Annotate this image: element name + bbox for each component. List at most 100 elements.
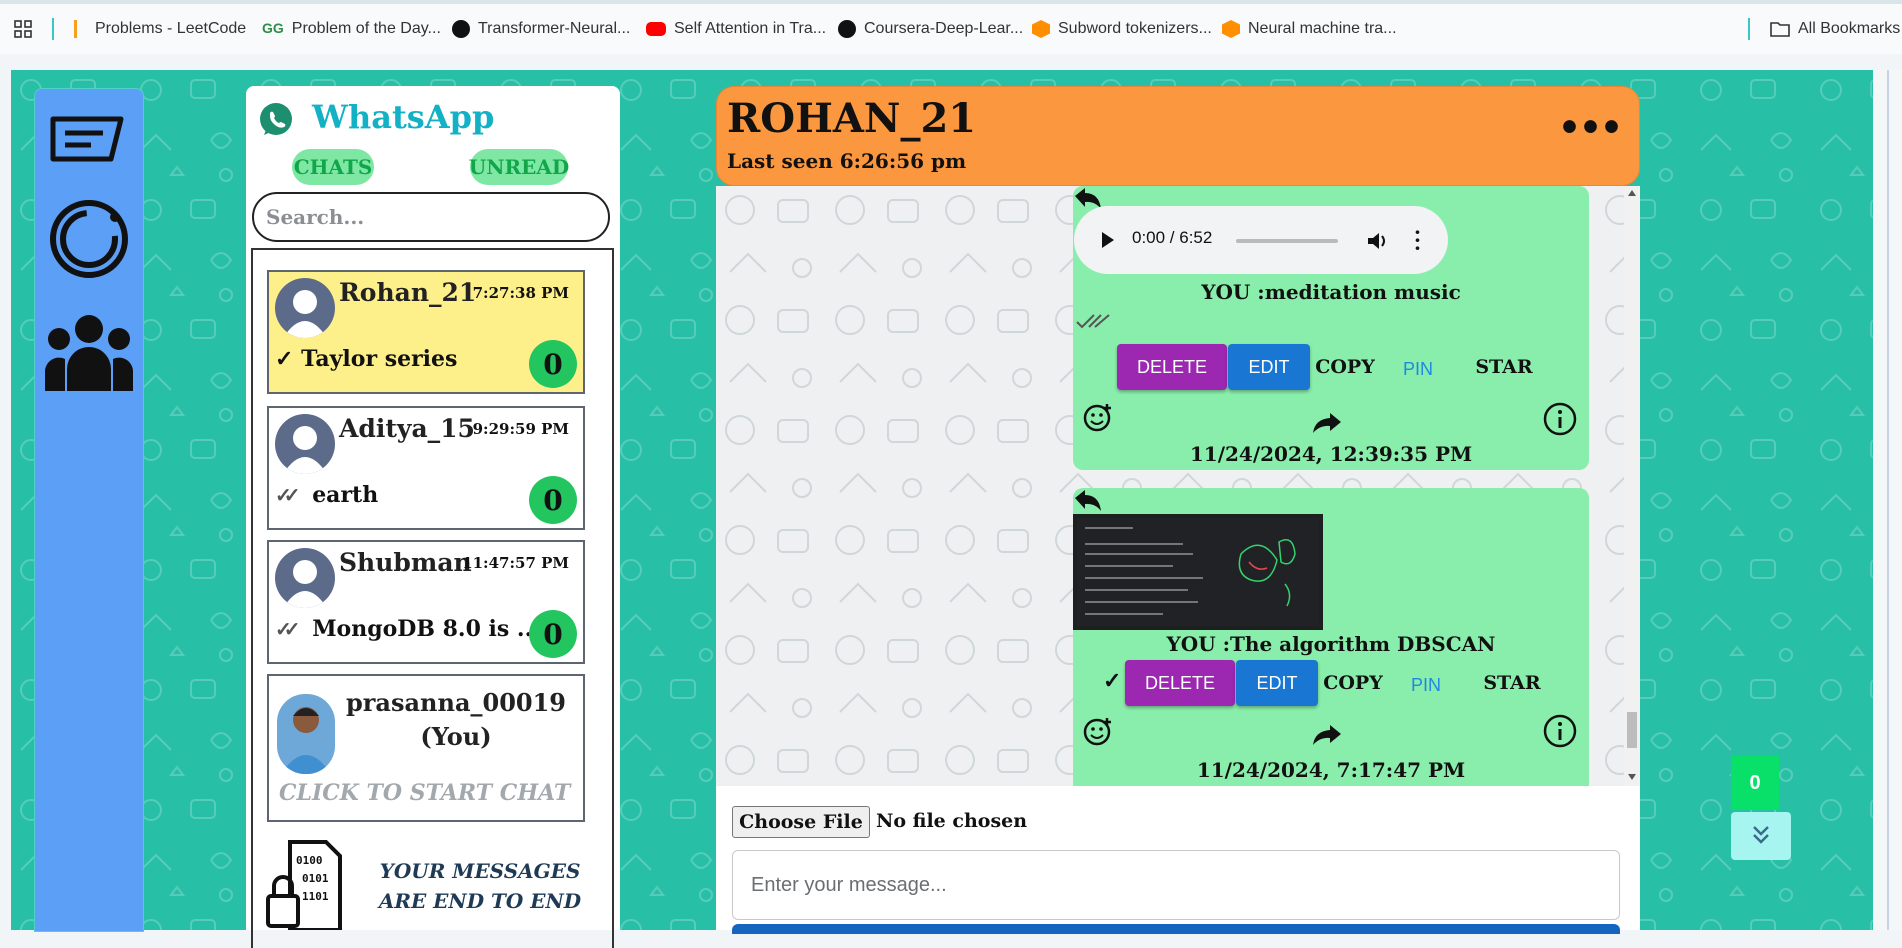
bookmark-self-attention[interactable]: Self Attention in Tra... — [646, 18, 826, 40]
bookmark-subword[interactable]: Subword tokenizers... — [1032, 18, 1212, 40]
forward-icon[interactable] — [1313, 724, 1341, 746]
scrollbar-thumb[interactable] — [1627, 712, 1637, 748]
folder-icon — [1770, 22, 1790, 37]
chat-header: ROHAN_21 Last seen 6:26:56 pm ••• — [716, 86, 1640, 186]
left-navigation — [34, 88, 144, 932]
send-button[interactable] — [732, 924, 1620, 934]
github-icon — [838, 20, 856, 38]
contact-name: Rohan_21 — [339, 278, 477, 307]
play-icon[interactable] — [1102, 232, 1114, 248]
double-check-icon: ✓✓ — [275, 483, 300, 507]
right-edge-bar — [1873, 70, 1902, 930]
more-options-icon[interactable]: ••• — [1558, 107, 1623, 149]
audio-player[interactable]: 0:00 / 6:52 · · · — [1074, 206, 1448, 274]
unread-badge: 0 — [529, 340, 577, 388]
youtube-icon — [646, 22, 666, 36]
chat-message-icon[interactable] — [47, 113, 127, 169]
double-chevron-down-icon — [1753, 826, 1769, 844]
info-icon[interactable] — [1543, 402, 1577, 436]
attached-image-thumbnail[interactable] — [1073, 514, 1323, 630]
edit-button[interactable]: EDIT — [1236, 660, 1318, 706]
volume-icon[interactable] — [1366, 230, 1388, 252]
bookmark-nmt[interactable]: Neural machine tra... — [1222, 18, 1397, 40]
audio-more-icon[interactable]: · · · — [1414, 222, 1421, 258]
search-input[interactable] — [252, 192, 610, 242]
chat-contact-name: ROHAN_21 — [727, 95, 977, 142]
conversation-item-aditya[interactable]: Aditya_15 9:29:59 PM ✓✓ earth 0 — [267, 406, 585, 530]
delete-button[interactable]: DELETE — [1125, 660, 1235, 706]
double-check-icon: ✓✓ — [275, 617, 300, 641]
bookmark-coursera[interactable]: Coursera-Deep-Lear... — [838, 18, 1023, 40]
scroll-to-bottom-button[interactable] — [1731, 812, 1791, 860]
audio-progress-slider[interactable] — [1236, 239, 1338, 243]
github-icon — [452, 20, 470, 38]
message-text: YOU :meditation music — [1201, 280, 1461, 304]
add-reaction-icon[interactable] — [1083, 402, 1113, 432]
encryption-lock-icon: 0100 0101 1101 — [266, 840, 342, 930]
star-button[interactable]: STAR — [1469, 344, 1539, 390]
edit-button[interactable]: EDIT — [1228, 344, 1310, 390]
message-bubble: 0:00 / 6:52 · · · YOU :meditation music DE… — [1073, 186, 1589, 470]
contact-name: Aditya_15 — [339, 414, 475, 443]
scroll-down-icon[interactable] — [1628, 774, 1636, 780]
chat-window: ROHAN_21 Last seen 6:26:56 pm ••• 0:00 /… — [716, 86, 1640, 934]
delete-button[interactable]: DELETE — [1117, 344, 1227, 390]
message-scrollbar[interactable] — [1624, 186, 1640, 786]
conversation-item-rohan[interactable]: Rohan_21 7:27:38 PM ✓ Taylor series 0 — [267, 270, 585, 394]
message-time: 9:29:59 PM — [472, 420, 569, 438]
bookmark-leetcode[interactable]: Problems - LeetCode — [74, 18, 246, 40]
unread-badge: 0 — [529, 610, 577, 658]
bookmarks-bar: Problems - LeetCode GG Problem of the Da… — [0, 0, 1902, 54]
check-icon: ✓ — [1103, 668, 1122, 694]
all-bookmarks-button[interactable]: All Bookmarks — [1770, 18, 1900, 40]
self-conversation-card[interactable]: prasanna_00019 (You) CLICK TO START CHAT — [267, 674, 585, 822]
svg-text:1101: 1101 — [302, 890, 329, 903]
contact-name: Shubman — [339, 548, 472, 577]
star-button[interactable]: STAR — [1477, 660, 1547, 706]
bookmark-separator — [52, 18, 54, 40]
tensorflow-icon — [1222, 20, 1240, 38]
start-chat-cta: CLICK TO START CHAT — [279, 780, 571, 806]
copy-button[interactable]: COPY — [1318, 660, 1388, 706]
whatsapp-logo-icon — [260, 103, 292, 135]
double-check-icon — [1076, 314, 1110, 329]
message-composer: Choose File No file chosen — [716, 786, 1640, 934]
bookmark-gfg[interactable]: GG Problem of the Day... — [262, 18, 441, 40]
svg-text:0100: 0100 — [296, 854, 323, 867]
conversation-item-shubman[interactable]: Shubman 11:47:57 PM ✓✓ MongoDB 8.0 is ..… — [267, 540, 585, 664]
copy-button[interactable]: COPY — [1310, 344, 1380, 390]
audio-time: 0:00 / 6:52 — [1132, 228, 1213, 247]
apps-grid-icon[interactable] — [14, 20, 32, 38]
last-message: ✓ Taylor series — [275, 346, 458, 372]
app-title: WhatsApp — [312, 98, 495, 136]
status-ring-icon[interactable] — [47, 197, 131, 281]
self-name: prasanna_00019 (You) — [346, 688, 566, 751]
message-date: 11/24/2024, 12:39:35 PM — [1189, 442, 1473, 466]
bookmark-transformer[interactable]: Transformer-Neural... — [452, 18, 630, 40]
leetcode-icon — [74, 20, 87, 38]
info-icon[interactable] — [1543, 714, 1577, 748]
message-input[interactable] — [732, 850, 1620, 920]
gfg-icon: GG — [262, 20, 284, 36]
tab-unread[interactable]: UNREAD — [469, 149, 569, 185]
last-message: ✓✓ MongoDB 8.0 is ... — [275, 616, 540, 642]
pin-button[interactable]: PIN — [1388, 346, 1448, 392]
bookmark-separator — [1748, 18, 1750, 40]
add-reaction-icon[interactable] — [1083, 716, 1113, 746]
tensorflow-icon — [1032, 20, 1050, 38]
svg-text:0101: 0101 — [302, 872, 329, 885]
tab-chats[interactable]: CHATS — [292, 149, 374, 185]
check-icon: ✓ — [275, 346, 294, 372]
choose-file-button[interactable]: Choose File — [732, 806, 870, 838]
message-bubble: YOU :The algorithm DBSCAN ✓ DELETE EDIT … — [1073, 488, 1589, 786]
message-text: YOU :The algorithm DBSCAN — [1166, 632, 1496, 656]
communities-icon[interactable] — [43, 313, 135, 393]
pin-button[interactable]: PIN — [1396, 662, 1456, 708]
avatar — [275, 414, 335, 474]
unread-badge: 0 — [529, 476, 577, 524]
scroll-up-icon[interactable] — [1628, 190, 1636, 196]
avatar — [275, 278, 335, 338]
forward-icon[interactable] — [1313, 412, 1341, 434]
reply-icon[interactable] — [1073, 488, 1103, 514]
end-to-end-notice: YOUR MESSAGES ARE END TO END — [378, 859, 582, 913]
